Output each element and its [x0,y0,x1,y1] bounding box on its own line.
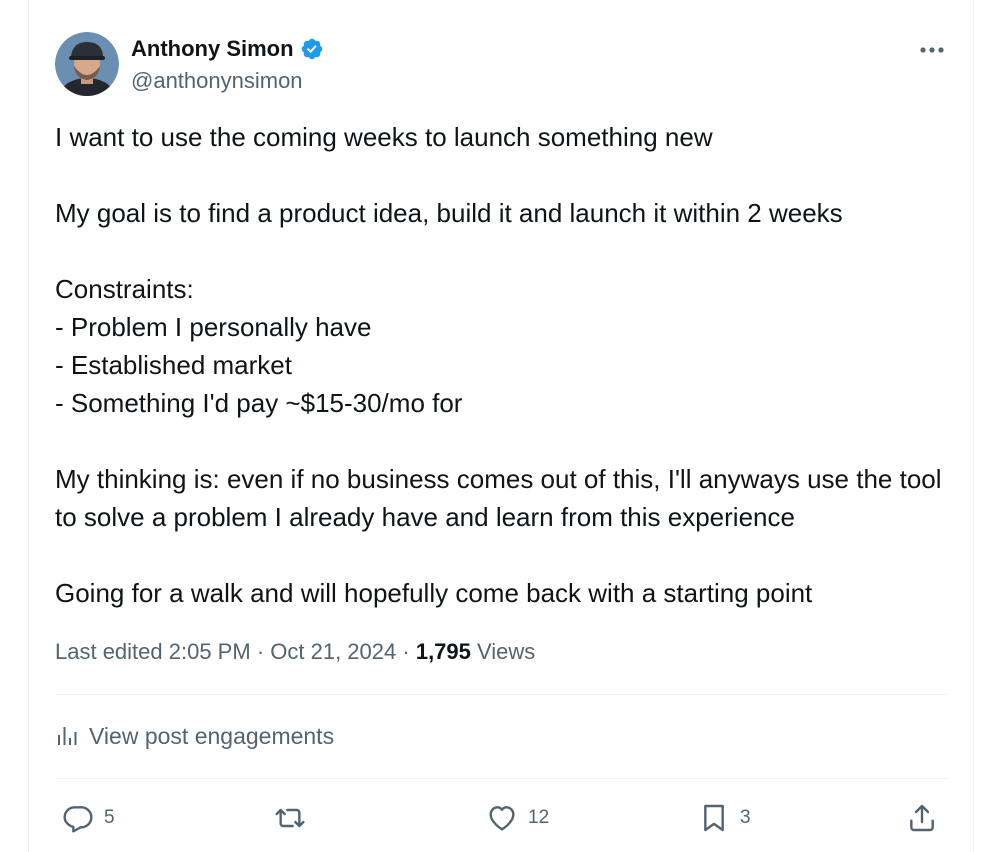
meta-separator: · [402,639,410,664]
bar-chart-icon [58,727,77,745]
more-horizontal-icon [920,47,944,53]
tweet-line: - Something I'd pay ~$15-30/mo for [55,388,463,418]
meta-separator: · [256,639,265,664]
edited-timestamp[interactable]: Last edited 2:05 PM [55,639,251,664]
more-options-button[interactable] [912,34,952,66]
tweet-line-blank [55,156,955,194]
heart-icon [489,806,515,831]
bookmark-button[interactable]: 3 [698,798,751,838]
tweet-line: My thinking is: even if no business come… [55,464,942,532]
like-count: 12 [528,807,550,828]
author-handle[interactable]: @anthonynsimon [131,66,303,96]
bookmark-icon [704,804,724,832]
views-label: Views [477,639,536,664]
repost-button[interactable] [274,798,316,838]
author-name-row[interactable]: Anthony Simon [131,34,324,64]
reply-count: 5 [104,807,115,828]
views-count: 1,795 [415,639,471,664]
tweet-line: I want to use the coming weeks to launch… [55,122,713,152]
share-upload-icon [910,804,934,832]
avatar[interactable] [55,32,119,96]
share-button[interactable] [906,798,938,838]
view-engagements-label[interactable]: View post engagements [89,723,334,750]
view-engagements-button[interactable]: View post engagements [55,718,334,754]
post-date[interactable]: Oct 21, 2024 [270,639,396,664]
repost-arrows-icon [275,808,305,828]
avatar-image [55,32,119,96]
bookmark-count: 3 [740,807,751,828]
tweet-text: I want to use the coming weeks to launch… [55,118,955,612]
tweet-line-blank [55,536,955,574]
tweet-line: - Problem I personally have [55,312,372,342]
like-button[interactable]: 12 [486,798,549,838]
tweet-line-blank [55,232,955,270]
tweet-meta: Last edited 2:05 PM · Oct 21, 2024 · 1,7… [55,636,535,668]
tweet-line: - Established market [55,350,292,380]
tweet-line: Going for a walk and will hopefully come… [55,578,813,608]
tweet-line: My goal is to find a product idea, build… [55,198,843,228]
divider [55,778,949,779]
author-display-name[interactable]: Anthony Simon [131,34,294,64]
reply-bubble-icon [63,806,93,833]
divider [55,694,949,695]
tweet-line-blank [55,422,955,460]
verified-badge-icon[interactable] [300,37,324,61]
reply-button[interactable]: 5 [62,798,115,838]
tweet-line: Constraints: [55,274,194,304]
